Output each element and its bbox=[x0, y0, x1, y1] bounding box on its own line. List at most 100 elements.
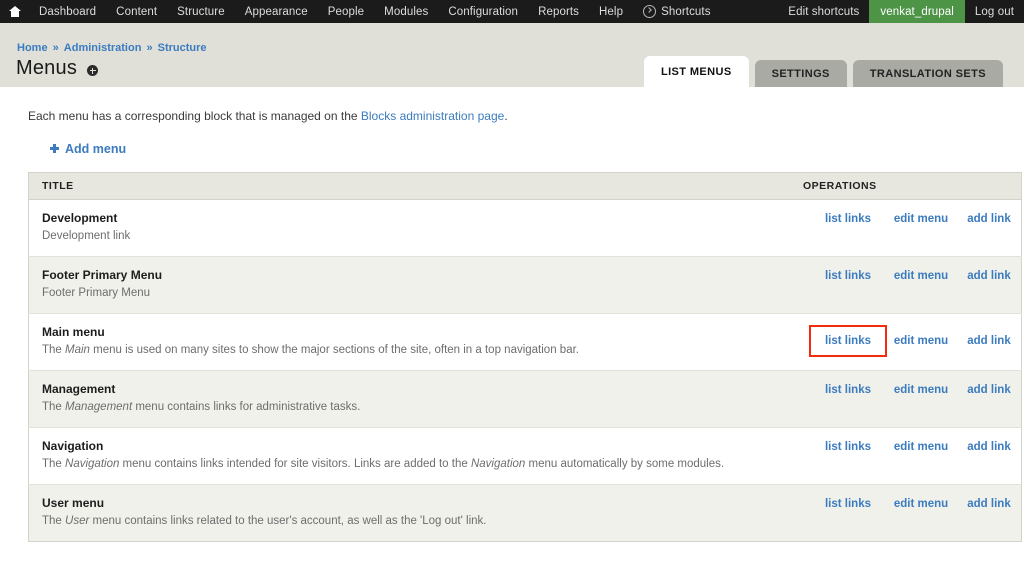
add-menu-button[interactable]: Add menu bbox=[50, 142, 126, 156]
tab-translation-sets[interactable]: TRANSLATION SETS bbox=[852, 60, 1003, 87]
intro-description: Each menu has a corresponding block that… bbox=[28, 109, 1008, 123]
add-link-link[interactable]: add link bbox=[957, 441, 1021, 453]
menu-description: The Main menu is used on many sites to s… bbox=[42, 344, 579, 356]
breadcrumb: Home » Administration » Structure bbox=[17, 42, 207, 54]
edit-menu-link[interactable]: edit menu bbox=[886, 213, 956, 225]
toolbar-user-account[interactable]: venkat_drupal bbox=[869, 0, 965, 23]
toolbar-item-content[interactable]: Content bbox=[106, 0, 167, 23]
add-shortcut-icon[interactable] bbox=[87, 65, 99, 76]
intro-suffix: . bbox=[504, 109, 508, 123]
operations-group: list links edit menu add link bbox=[803, 211, 1021, 225]
menu-operations-cell: list links edit menu add link bbox=[790, 427, 1022, 485]
toolbar-right-group: Edit shortcuts venkat_drupal Log out bbox=[778, 0, 1024, 23]
list-links-link[interactable]: list links bbox=[809, 325, 887, 357]
table-row: Footer Primary Menu Footer Primary Menu li… bbox=[28, 256, 1022, 314]
page-title-group: Menus bbox=[16, 57, 99, 80]
menu-name: Management bbox=[42, 382, 116, 396]
toolbar-item-reports[interactable]: Reports bbox=[528, 0, 589, 23]
add-menu-label: Add menu bbox=[65, 141, 127, 156]
toolbar-shortcuts-label: Shortcuts bbox=[661, 5, 711, 18]
toolbar-item-dashboard[interactable]: Dashboard bbox=[29, 0, 106, 23]
menu-description: The Management menu contains links for a… bbox=[42, 401, 361, 413]
add-link-link[interactable]: add link bbox=[957, 213, 1021, 225]
tab-list-menus[interactable]: LIST MENUS bbox=[643, 56, 749, 87]
plus-icon bbox=[50, 144, 59, 153]
edit-shortcuts-button[interactable]: Edit shortcuts bbox=[778, 0, 869, 23]
list-links-link[interactable]: list links bbox=[811, 384, 885, 396]
add-link-link[interactable]: add link bbox=[957, 270, 1021, 282]
table-row: Management The Management menu contains l… bbox=[28, 370, 1022, 428]
operations-group: list links edit menu add link bbox=[803, 268, 1021, 282]
menus-table: TITLE OPERATIONS Development Development … bbox=[28, 172, 1022, 542]
list-links-link[interactable]: list links bbox=[811, 441, 885, 453]
breadcrumb-link-structure[interactable]: Structure bbox=[158, 42, 207, 54]
table-row: User menu The User menu contains links re… bbox=[28, 484, 1022, 542]
intro-prefix: Each menu has a corresponding block that… bbox=[28, 109, 361, 123]
toolbar-home-button[interactable] bbox=[0, 0, 29, 23]
add-menu-row: Add menu bbox=[50, 141, 1008, 156]
toolbar-item-configuration[interactable]: Configuration bbox=[438, 0, 528, 23]
admin-toolbar: Dashboard Content Structure Appearance Peopl… bbox=[0, 0, 1024, 23]
menu-title-cell: Navigation The Navigation menu contains l… bbox=[28, 427, 790, 485]
toolbar-item-shortcuts[interactable]: Shortcuts bbox=[633, 0, 720, 23]
add-link-link[interactable]: add link bbox=[957, 335, 1021, 347]
column-header-operations: OPERATIONS bbox=[790, 172, 1022, 200]
operations-group: list links edit menu add link bbox=[803, 496, 1021, 510]
edit-menu-link[interactable]: edit menu bbox=[886, 270, 956, 282]
toolbar-item-appearance[interactable]: Appearance bbox=[235, 0, 318, 23]
menu-operations-cell: list links edit menu add link bbox=[790, 199, 1022, 257]
menus-table-body: Development Development link list links edi… bbox=[28, 199, 1022, 542]
edit-menu-link[interactable]: edit menu bbox=[886, 384, 956, 396]
menu-operations-cell: list links edit menu add link bbox=[790, 256, 1022, 314]
menu-name: User menu bbox=[42, 496, 105, 510]
breadcrumb-link-administration[interactable]: Administration bbox=[64, 42, 142, 54]
table-header-row: TITLE OPERATIONS bbox=[28, 172, 1022, 200]
home-icon bbox=[9, 6, 21, 17]
list-links-link[interactable]: list links bbox=[811, 498, 885, 510]
menu-name: Main menu bbox=[42, 325, 105, 339]
edit-menu-link[interactable]: edit menu bbox=[886, 498, 956, 510]
menu-description: Development link bbox=[42, 230, 131, 242]
menu-name: Navigation bbox=[42, 439, 104, 453]
toolbar-item-structure[interactable]: Structure bbox=[167, 0, 235, 23]
menu-name: Footer Primary Menu bbox=[42, 268, 163, 282]
operations-group: list links edit menu add link bbox=[803, 439, 1021, 453]
menu-operations-cell: list links edit menu add link bbox=[790, 313, 1022, 371]
menu-title-cell: Footer Primary Menu Footer Primary Menu bbox=[28, 256, 790, 314]
list-links-link[interactable]: list links bbox=[811, 270, 885, 282]
toolbar-item-people[interactable]: People bbox=[318, 0, 374, 23]
blocks-administration-link[interactable]: Blocks administration page bbox=[361, 109, 504, 123]
operations-group: list links edit menu add link bbox=[803, 325, 1021, 357]
menu-title-cell: Management The Management menu contains l… bbox=[28, 370, 790, 428]
menu-title-cell: Main menu The Main menu is used on many s… bbox=[28, 313, 790, 371]
menu-title-cell: User menu The User menu contains links re… bbox=[29, 485, 791, 542]
menu-description: The Navigation menu contains links inten… bbox=[42, 458, 725, 470]
menu-name: Development bbox=[42, 211, 118, 225]
add-link-link[interactable]: add link bbox=[957, 384, 1021, 396]
table-row: Development Development link list links edi… bbox=[28, 199, 1022, 257]
chevron-right-circle-icon bbox=[643, 5, 657, 18]
column-header-title: TITLE bbox=[28, 172, 790, 200]
page-header-band: Home » Administration » Structure Menus … bbox=[0, 23, 1024, 87]
operations-group: list links edit menu add link bbox=[803, 382, 1021, 396]
main-content: Each menu has a corresponding block that… bbox=[0, 109, 1024, 542]
primary-tabs: LIST MENUS SETTINGS TRANSLATION SETS bbox=[643, 56, 1003, 87]
menus-table-head: TITLE OPERATIONS bbox=[28, 172, 1022, 200]
toolbar-left-group: Dashboard Content Structure Appearance Peopl… bbox=[0, 0, 721, 23]
menu-operations-cell: list links edit menu add link bbox=[790, 370, 1022, 428]
toolbar-item-help[interactable]: Help bbox=[589, 0, 633, 23]
edit-menu-link[interactable]: edit menu bbox=[886, 335, 956, 347]
menu-operations-cell: list links edit menu add link bbox=[790, 485, 1022, 542]
list-links-link[interactable]: list links bbox=[811, 213, 885, 225]
page-title: Menus bbox=[16, 57, 78, 79]
tab-settings[interactable]: SETTINGS bbox=[754, 60, 847, 87]
logout-button[interactable]: Log out bbox=[965, 0, 1024, 23]
menu-description: The User menu contains links related to … bbox=[42, 515, 487, 527]
add-link-link[interactable]: add link bbox=[957, 498, 1021, 510]
breadcrumb-separator: » bbox=[49, 42, 62, 54]
breadcrumb-link-home[interactable]: Home bbox=[17, 42, 48, 54]
menu-description: Footer Primary Menu bbox=[42, 287, 151, 299]
edit-menu-link[interactable]: edit menu bbox=[886, 441, 956, 453]
table-row: Navigation The Navigation menu contains l… bbox=[28, 427, 1022, 485]
toolbar-item-modules[interactable]: Modules bbox=[374, 0, 438, 23]
